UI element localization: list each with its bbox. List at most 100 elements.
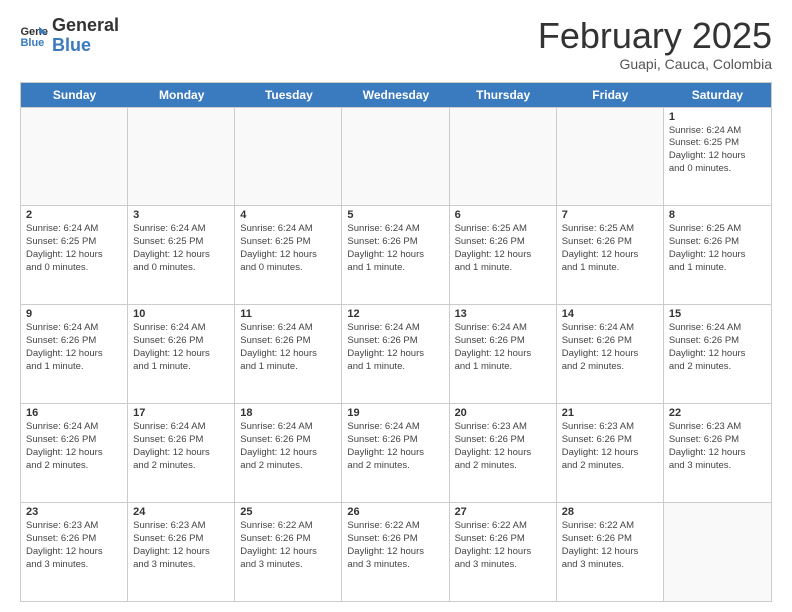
- day-number: 11: [240, 308, 336, 320]
- calendar-cell: 8Sunrise: 6:25 AM Sunset: 6:26 PM Daylig…: [664, 206, 771, 304]
- day-info: Sunrise: 6:22 AM Sunset: 6:26 PM Dayligh…: [240, 520, 336, 571]
- day-number: 16: [26, 407, 122, 419]
- calendar-cell: 20 Sunrise: 6:23 AM Sunset: 6:26 PM Dayli…: [450, 404, 557, 502]
- day-number: 5: [347, 209, 443, 221]
- day-number: 26: [347, 506, 443, 518]
- calendar-body: 1 Sunrise: 6:24 AM Sunset: 6:25 PM Daylig…: [21, 107, 771, 601]
- weekday-header: Saturday: [664, 83, 771, 107]
- day-info: Sunrise: 6:22 AM Sunset: 6:26 PM Dayligh…: [562, 520, 658, 571]
- day-number: 18: [240, 407, 336, 419]
- day-info: Sunrise: 6:22 AM Sunset: 6:26 PM Dayligh…: [455, 520, 551, 571]
- calendar-cell: 13 Sunrise: 6:24 AM Sunset: 6:26 PM Dayli…: [450, 305, 557, 403]
- calendar-cell: 28 Sunrise: 6:22 AM Sunset: 6:26 PM Dayli…: [557, 503, 664, 601]
- calendar-row: 23 Sunrise: 6:23 AM Sunset: 6:26 PM Dayli…: [21, 502, 771, 601]
- day-number: 21: [562, 407, 658, 419]
- logo: General Blue General Blue: [20, 16, 119, 56]
- calendar-row: 2 Sunrise: 6:24 AM Sunset: 6:25 PM Daylig…: [21, 205, 771, 304]
- month-title: February 2025: [538, 16, 772, 56]
- calendar-cell: 17 Sunrise: 6:24 AM Sunset: 6:26 PM Dayli…: [128, 404, 235, 502]
- day-number: 10: [133, 308, 229, 320]
- day-number: 23: [26, 506, 122, 518]
- day-info: Sunrise: 6:22 AM Sunset: 6:26 PM Dayligh…: [347, 520, 443, 571]
- day-number: 28: [562, 506, 658, 518]
- day-number: 20: [455, 407, 551, 419]
- day-info: Sunrise: 6:24 AM Sunset: 6:26 PM Dayligh…: [133, 421, 229, 472]
- calendar-cell: 12 Sunrise: 6:24 AM Sunset: 6:26 PM Dayli…: [342, 305, 449, 403]
- day-info: Sunrise: 6:24 AM Sunset: 6:25 PM Dayligh…: [669, 125, 766, 176]
- day-number: 12: [347, 308, 443, 320]
- calendar-cell: 10 Sunrise: 6:24 AM Sunset: 6:26 PM Dayli…: [128, 305, 235, 403]
- calendar-row: 9 Sunrise: 6:24 AM Sunset: 6:26 PM Daylig…: [21, 304, 771, 403]
- day-number: 19: [347, 407, 443, 419]
- calendar-cell: 4 Sunrise: 6:24 AM Sunset: 6:25 PM Daylig…: [235, 206, 342, 304]
- calendar-cell: 1 Sunrise: 6:24 AM Sunset: 6:25 PM Daylig…: [664, 108, 771, 206]
- day-number: 6: [455, 209, 551, 221]
- calendar-cell: [21, 108, 128, 206]
- day-info: Sunrise: 6:24 AM Sunset: 6:26 PM Dayligh…: [240, 421, 336, 472]
- calendar-cell: [450, 108, 557, 206]
- day-number: 27: [455, 506, 551, 518]
- day-number: 2: [26, 209, 122, 221]
- day-number: 14: [562, 308, 658, 320]
- day-info: Sunrise: 6:24 AM Sunset: 6:26 PM Dayligh…: [26, 322, 122, 373]
- day-info: Sunrise: 6:24 AM Sunset: 6:25 PM Dayligh…: [26, 223, 122, 274]
- calendar-cell: [128, 108, 235, 206]
- calendar-cell: 5 Sunrise: 6:24 AM Sunset: 6:26 PM Daylig…: [342, 206, 449, 304]
- weekday-header: Wednesday: [342, 83, 449, 107]
- day-number: 24: [133, 506, 229, 518]
- day-info: Sunrise: 6:24 AM Sunset: 6:26 PM Dayligh…: [562, 322, 658, 373]
- location: Guapi, Cauca, Colombia: [538, 56, 772, 72]
- day-info: Sunrise: 6:25 AM Sunset: 6:26 PM Dayligh…: [562, 223, 658, 274]
- calendar-cell: 23Sunrise: 6:23 AM Sunset: 6:26 PM Dayli…: [21, 503, 128, 601]
- calendar-cell: 9 Sunrise: 6:24 AM Sunset: 6:26 PM Daylig…: [21, 305, 128, 403]
- calendar-cell: [664, 503, 771, 601]
- calendar-row: 1 Sunrise: 6:24 AM Sunset: 6:25 PM Daylig…: [21, 107, 771, 206]
- calendar-cell: 25Sunrise: 6:22 AM Sunset: 6:26 PM Dayli…: [235, 503, 342, 601]
- day-number: 13: [455, 308, 551, 320]
- calendar-cell: [557, 108, 664, 206]
- day-info: Sunrise: 6:24 AM Sunset: 6:26 PM Dayligh…: [669, 322, 766, 373]
- calendar-cell: 19 Sunrise: 6:24 AM Sunset: 6:26 PM Dayli…: [342, 404, 449, 502]
- page-header: General Blue General Blue February 2025 …: [20, 16, 772, 72]
- weekday-header: Thursday: [450, 83, 557, 107]
- calendar-cell: 2 Sunrise: 6:24 AM Sunset: 6:25 PM Daylig…: [21, 206, 128, 304]
- calendar-cell: 22Sunrise: 6:23 AM Sunset: 6:26 PM Dayli…: [664, 404, 771, 502]
- day-number: 3: [133, 209, 229, 221]
- weekday-header: Friday: [557, 83, 664, 107]
- logo-icon: General Blue: [20, 25, 48, 47]
- calendar-cell: 7Sunrise: 6:25 AM Sunset: 6:26 PM Daylig…: [557, 206, 664, 304]
- weekday-header: Sunday: [21, 83, 128, 107]
- day-info: Sunrise: 6:24 AM Sunset: 6:26 PM Dayligh…: [347, 322, 443, 373]
- calendar: SundayMondayTuesdayWednesdayThursdayFrid…: [20, 82, 772, 602]
- day-info: Sunrise: 6:25 AM Sunset: 6:26 PM Dayligh…: [455, 223, 551, 274]
- calendar-cell: 21 Sunrise: 6:23 AM Sunset: 6:26 PM Dayli…: [557, 404, 664, 502]
- day-number: 15: [669, 308, 766, 320]
- calendar-cell: 18 Sunrise: 6:24 AM Sunset: 6:26 PM Dayli…: [235, 404, 342, 502]
- calendar-cell: [342, 108, 449, 206]
- day-info: Sunrise: 6:24 AM Sunset: 6:26 PM Dayligh…: [133, 322, 229, 373]
- title-block: February 2025 Guapi, Cauca, Colombia: [538, 16, 772, 72]
- day-number: 4: [240, 209, 336, 221]
- calendar-cell: 6 Sunrise: 6:25 AM Sunset: 6:26 PM Daylig…: [450, 206, 557, 304]
- logo-blue: Blue: [52, 36, 119, 56]
- day-info: Sunrise: 6:23 AM Sunset: 6:26 PM Dayligh…: [455, 421, 551, 472]
- calendar-cell: [235, 108, 342, 206]
- day-info: Sunrise: 6:24 AM Sunset: 6:26 PM Dayligh…: [455, 322, 551, 373]
- calendar-header: SundayMondayTuesdayWednesdayThursdayFrid…: [21, 83, 771, 107]
- calendar-cell: 14 Sunrise: 6:24 AM Sunset: 6:26 PM Dayli…: [557, 305, 664, 403]
- day-info: Sunrise: 6:24 AM Sunset: 6:26 PM Dayligh…: [240, 322, 336, 373]
- weekday-header: Tuesday: [235, 83, 342, 107]
- day-info: Sunrise: 6:24 AM Sunset: 6:26 PM Dayligh…: [26, 421, 122, 472]
- day-number: 8: [669, 209, 766, 221]
- day-number: 1: [669, 111, 766, 123]
- day-info: Sunrise: 6:24 AM Sunset: 6:26 PM Dayligh…: [347, 223, 443, 274]
- day-number: 22: [669, 407, 766, 419]
- calendar-cell: 3Sunrise: 6:24 AM Sunset: 6:25 PM Daylig…: [128, 206, 235, 304]
- day-info: Sunrise: 6:24 AM Sunset: 6:26 PM Dayligh…: [347, 421, 443, 472]
- day-info: Sunrise: 6:24 AM Sunset: 6:25 PM Dayligh…: [240, 223, 336, 274]
- day-info: Sunrise: 6:23 AM Sunset: 6:26 PM Dayligh…: [133, 520, 229, 571]
- day-number: 9: [26, 308, 122, 320]
- calendar-cell: 16 Sunrise: 6:24 AM Sunset: 6:26 PM Dayli…: [21, 404, 128, 502]
- day-info: Sunrise: 6:23 AM Sunset: 6:26 PM Dayligh…: [562, 421, 658, 472]
- day-number: 17: [133, 407, 229, 419]
